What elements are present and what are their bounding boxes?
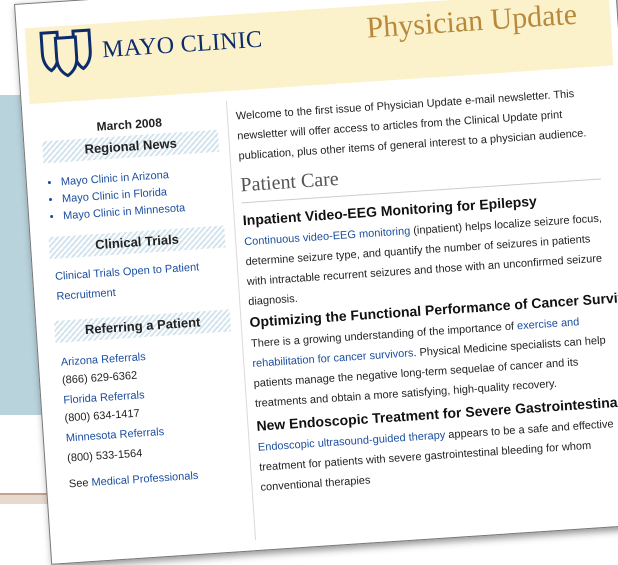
section-title: Patient Care [239,167,340,197]
minnesota-referrals-phone: (800) 533-1564 [66,447,143,465]
minnesota-referrals-link[interactable]: Minnesota Referrals [66,426,165,444]
mayo-shield-logo-icon [39,28,92,78]
florida-referrals-link[interactable]: Florida Referrals [63,389,145,406]
regional-news-list: Mayo Clinic in Arizona Mayo Clinic in Fl… [48,166,186,226]
main-content: Welcome to the first issue of Physician … [225,75,618,541]
medical-professionals-link[interactable]: Medical Professionals [91,470,199,489]
clinical-trials-link[interactable]: Clinical Trials Open to Patient [55,261,200,283]
arizona-referrals-phone: (866) 629-6362 [61,369,138,387]
newsletter-page: MAYO CLINIC Physician Update March 2008 … [14,0,618,565]
florida-referrals-phone: (800) 634-1417 [64,407,141,425]
sidebar: March 2008 Regional News Mayo Clinic in … [30,101,255,553]
see-medical-professionals: See Medical Professionals [69,470,199,491]
arizona-referrals-link[interactable]: Arizona Referrals [60,351,146,369]
article-link[interactable]: Continuous video-EEG monitoring [244,225,411,248]
intro-text: Welcome to the first issue of Physician … [235,88,587,163]
see-prefix: See [68,477,89,491]
clinical-trials-heading: Clinical Trials [48,225,226,260]
article-link[interactable]: Endoscopic ultrasound-guided therapy [258,429,446,453]
clinical-trials-link-cont[interactable]: Recruitment [56,287,116,303]
referring-patient-heading: Referring a Patient [54,309,232,343]
